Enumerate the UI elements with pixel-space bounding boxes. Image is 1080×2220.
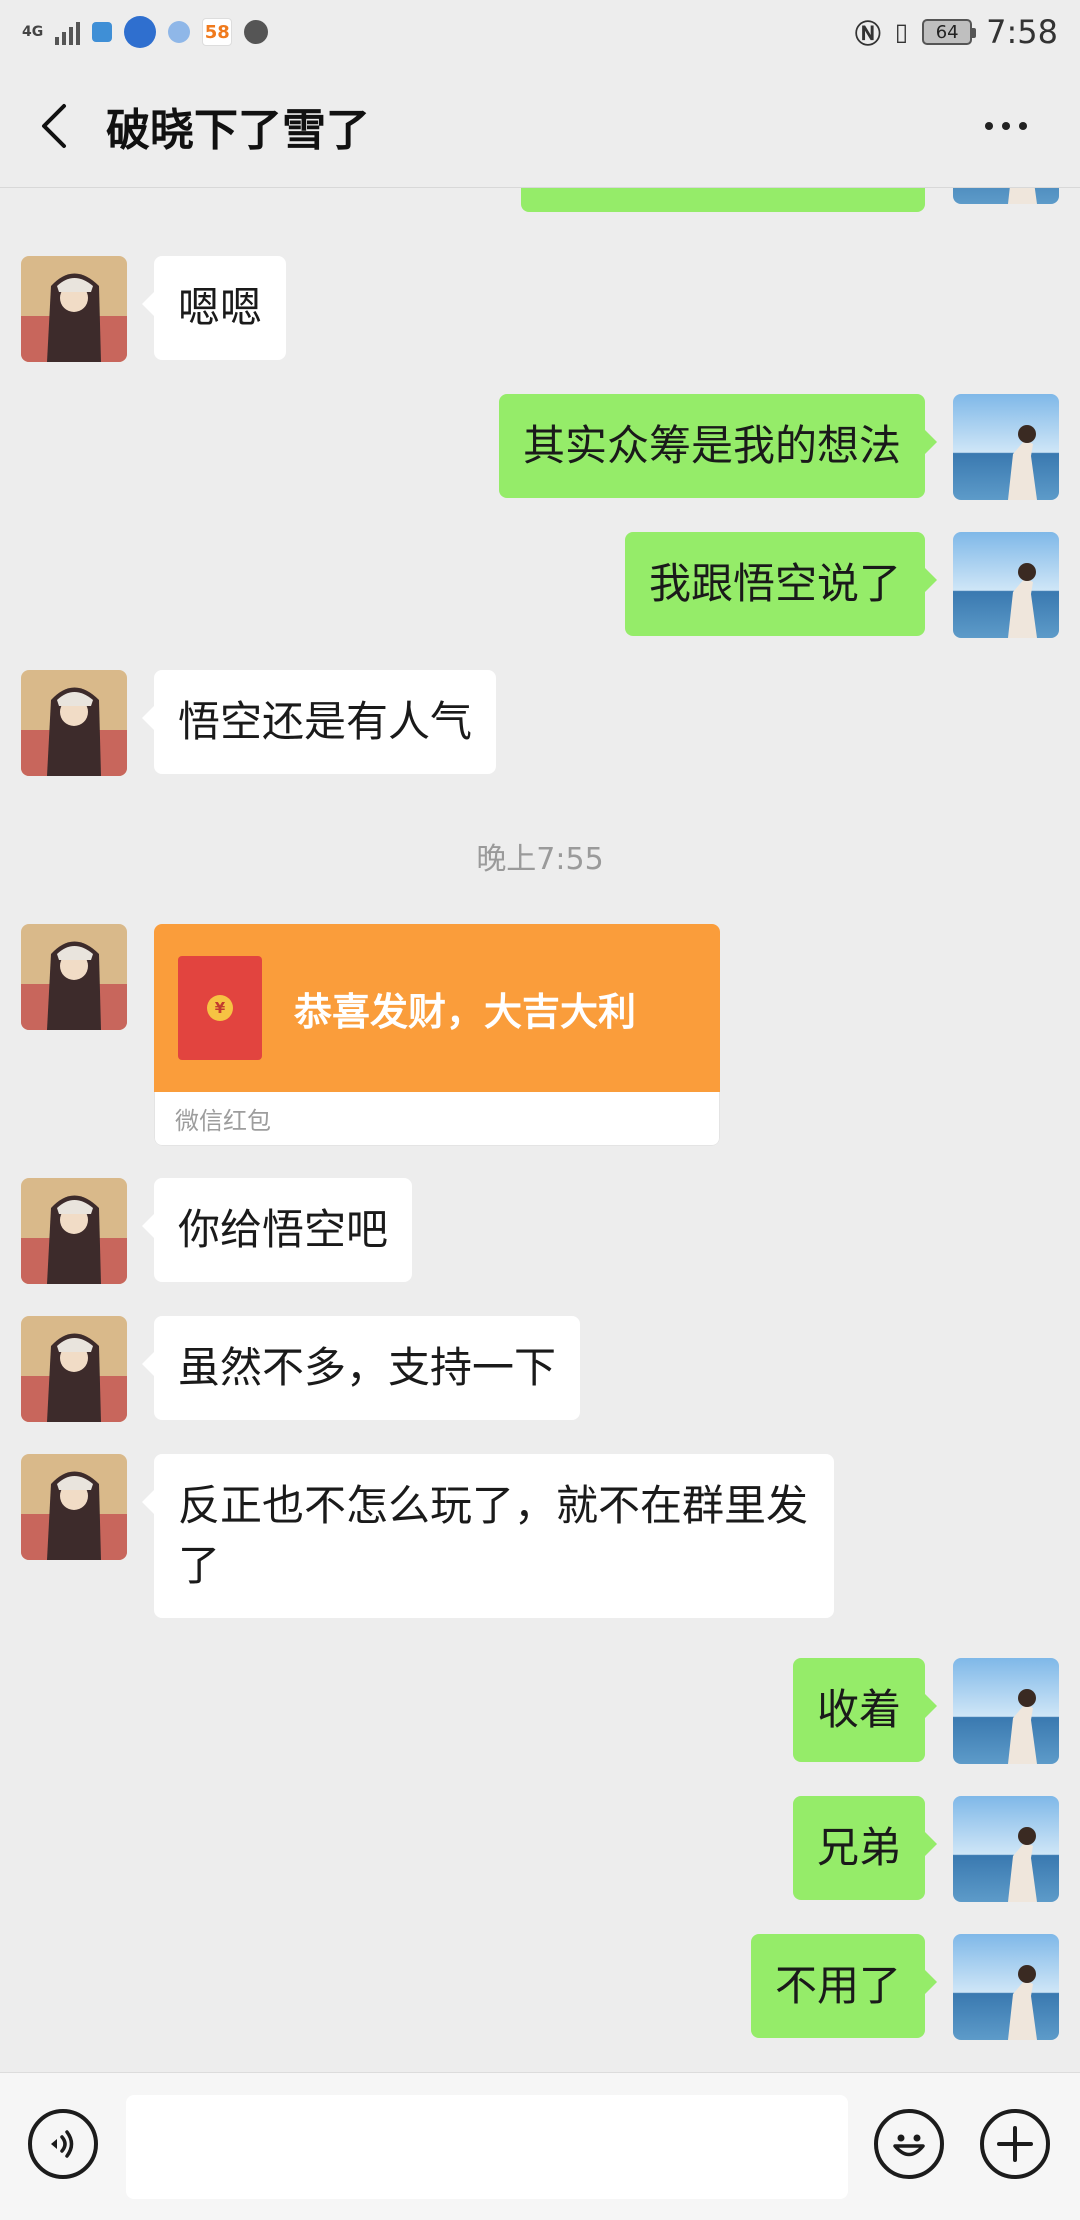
notification-app-icon <box>92 22 113 42</box>
message-bubble[interactable]: 收着 <box>792 1658 938 1762</box>
contact-avatar[interactable] <box>21 1316 127 1422</box>
red-packet-footer: 微信红包 <box>154 1092 720 1146</box>
contact-avatar[interactable] <box>21 670 127 776</box>
notification-app-icon <box>168 21 191 43</box>
more-dot <box>1019 121 1027 130</box>
more-dot <box>1002 121 1010 130</box>
more-button[interactable] <box>956 76 1056 176</box>
battery-icon: 64 <box>922 19 977 45</box>
message-bubble[interactable]: 不用了 <box>750 1934 938 2038</box>
battery-level: 64 <box>935 21 959 43</box>
message-bubble-partial[interactable] <box>521 188 925 212</box>
coin-icon: ¥ <box>207 995 233 1021</box>
message-bubble[interactable]: 悟空还是有人气 <box>141 670 497 774</box>
message-bubble[interactable]: 嗯嗯 <box>141 256 287 360</box>
message-timestamp: 晚上7:55 <box>476 842 604 877</box>
my-avatar[interactable] <box>953 1934 1059 2040</box>
chevron-left-icon <box>42 103 66 148</box>
red-packet-title: 恭喜发财，大吉大利 <box>294 989 637 1034</box>
signal-icon <box>55 19 81 45</box>
message-bubble[interactable]: 其实众筹是我的想法 <box>498 394 938 498</box>
network-type: 4G <box>22 24 44 40</box>
status-time: 7:58 <box>986 13 1058 51</box>
my-avatar[interactable] <box>953 1796 1059 1902</box>
vibrate-icon: ▯ <box>894 18 909 46</box>
emoji-icon <box>893 2134 925 2157</box>
red-packet-body: ¥ 恭喜发财，大吉大利 <box>154 924 720 1092</box>
contact-avatar[interactable] <box>21 1178 127 1284</box>
contact-avatar[interactable] <box>21 1454 127 1560</box>
chat-title: 破晓下了雪了 <box>106 104 370 156</box>
notification-app-icon <box>124 16 157 48</box>
app-58-icon: 58 <box>202 18 233 46</box>
nfc-icon: Ⓝ <box>854 19 881 50</box>
chat-area[interactable]: 嗯嗯 其实众筹是我的想法 我跟悟空说了 悟空还是有人气 晚上7:55 ¥ 恭喜发… <box>0 188 1080 2072</box>
message-bubble[interactable]: 我跟悟空说了 <box>624 532 938 636</box>
voice-icon <box>51 2130 74 2158</box>
more-dots-icon <box>985 121 993 130</box>
contact-avatar[interactable] <box>21 256 127 362</box>
message-bubble[interactable]: 你给悟空吧 <box>141 1178 413 1282</box>
back-button[interactable] <box>4 76 104 176</box>
message-bubble[interactable]: 反正也不怎么玩了，就不在群里发了 <box>142 1454 834 1618</box>
message-bubble[interactable]: 兄弟 <box>792 1796 938 1900</box>
status-bar: 4G 58 Ⓝ ▯ 64 7:58 <box>0 0 1080 64</box>
input-bar <box>0 2072 1080 2220</box>
notification-app-icon <box>244 20 269 44</box>
plus-button[interactable] <box>980 2109 1050 2179</box>
red-envelope-icon: ¥ <box>178 956 262 1060</box>
plus-icon <box>997 2126 1033 2162</box>
chat-header: 破晓下了雪了 <box>0 64 1080 188</box>
voice-button[interactable] <box>28 2109 98 2179</box>
message-input[interactable] <box>126 2095 848 2199</box>
emoji-button[interactable] <box>874 2109 944 2179</box>
red-packet-card[interactable]: ¥ 恭喜发财，大吉大利 微信红包 <box>154 924 720 1146</box>
my-avatar[interactable] <box>953 394 1059 500</box>
message-bubble[interactable]: 虽然不多，支持一下 <box>141 1316 581 1420</box>
contact-avatar[interactable] <box>21 924 127 1030</box>
my-avatar[interactable] <box>953 188 1059 204</box>
my-avatar[interactable] <box>953 532 1059 638</box>
my-avatar[interactable] <box>953 1658 1059 1764</box>
